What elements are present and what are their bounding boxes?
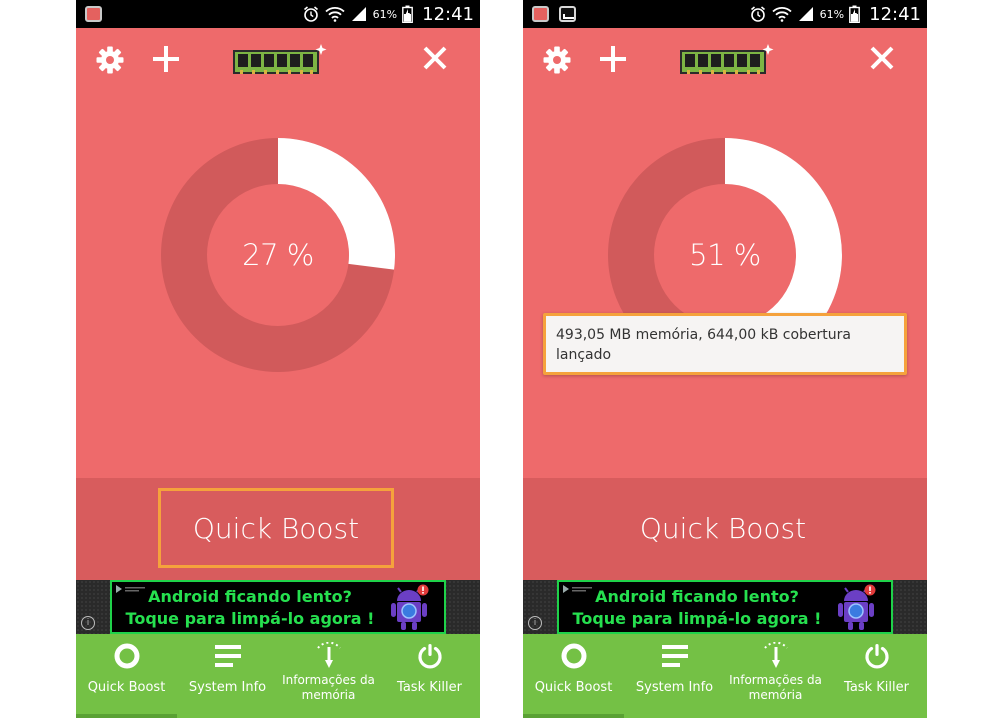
ad-banner[interactable]: Android ficando lento? Toque para limpá-… bbox=[557, 580, 893, 634]
clock: 12:41 bbox=[869, 3, 921, 25]
nav-label: System Info bbox=[188, 680, 267, 695]
power-icon bbox=[863, 641, 891, 671]
toast-line: 493,05 MB memória, 644,00 kB cobertura bbox=[556, 327, 851, 343]
ram-memory-icon bbox=[232, 43, 328, 83]
ad-strip: i Android ficando lento? Toque para limp… bbox=[523, 580, 927, 634]
add-plus-icon[interactable] bbox=[152, 45, 180, 77]
ring-icon bbox=[560, 641, 588, 671]
nav-item-quick-boost[interactable]: Quick Boost bbox=[76, 634, 177, 718]
nav-label: Informações da memória bbox=[729, 673, 822, 702]
list-icon bbox=[214, 641, 242, 671]
quick-boost-button[interactable]: Quick Boost bbox=[605, 488, 841, 568]
quick-boost-button[interactable]: Quick Boost bbox=[158, 488, 394, 568]
signal-icon bbox=[798, 7, 813, 21]
nav-item-memory-info[interactable]: Informações da memória bbox=[278, 634, 379, 718]
nav-label: System Info bbox=[635, 680, 714, 695]
image-notification-icon bbox=[559, 6, 576, 22]
active-tab-indicator bbox=[523, 714, 624, 718]
alarm-icon bbox=[303, 6, 318, 22]
boost-area: Quick Boost bbox=[523, 478, 927, 580]
clock: 12:41 bbox=[422, 3, 474, 25]
memory-released-toast: 493,05 MB memória, 644,00 kB cobertura l… bbox=[543, 313, 907, 375]
toast-line: lançado bbox=[556, 347, 612, 363]
nav-label: Task Killer bbox=[844, 680, 909, 695]
nav-label: Quick Boost bbox=[534, 680, 613, 695]
wifi-icon bbox=[772, 7, 792, 22]
ad-strip: i Android ficando lento? Toque para limp… bbox=[76, 580, 480, 634]
nav-item-memory-info[interactable]: Informações da memória bbox=[725, 634, 826, 718]
wifi-icon bbox=[325, 7, 345, 22]
list-icon bbox=[661, 641, 689, 671]
nav-item-system-info[interactable]: System Info bbox=[177, 634, 278, 718]
status-bar: 61% 12:41 bbox=[523, 0, 927, 28]
ad-banner[interactable]: Android ficando lento? Toque para limpá-… bbox=[110, 580, 446, 634]
close-icon[interactable] bbox=[422, 45, 448, 75]
thermometer-icon bbox=[762, 641, 790, 671]
nav-item-task-killer[interactable]: Task Killer bbox=[379, 634, 480, 718]
nav-label: Quick Boost bbox=[87, 680, 166, 695]
phone-screen-right: 61% 12:41 51 % 493,05 MB memória, 644,00… bbox=[523, 0, 927, 718]
nav-item-system-info[interactable]: System Info bbox=[624, 634, 725, 718]
toolbar bbox=[76, 28, 480, 92]
bottom-navigation: Quick Boost System Info Informações da m… bbox=[76, 634, 480, 718]
memory-percent: 27 % bbox=[242, 238, 314, 272]
settings-gear-icon[interactable] bbox=[95, 45, 125, 79]
close-icon[interactable] bbox=[869, 45, 895, 75]
signal-icon bbox=[351, 7, 366, 21]
ring-icon bbox=[113, 641, 141, 671]
nav-item-quick-boost[interactable]: Quick Boost bbox=[523, 634, 624, 718]
battery-charging-icon bbox=[402, 5, 414, 23]
battery-charging-icon bbox=[849, 5, 861, 23]
nav-label: Task Killer bbox=[397, 680, 462, 695]
app-notification-icon bbox=[85, 6, 102, 22]
ad-headline: Android ficando lento? bbox=[595, 587, 799, 606]
phone-screen-left: 61% 12:41 27 % Quick Boost i Android fic… bbox=[76, 0, 480, 718]
nav-label: Informações da memória bbox=[282, 673, 375, 702]
battery-percent: 61% bbox=[819, 7, 845, 21]
add-plus-icon[interactable] bbox=[599, 45, 627, 77]
active-tab-indicator bbox=[76, 714, 177, 718]
ad-info-icon[interactable]: i bbox=[528, 616, 542, 630]
ad-subline: Toque para limpá-lo agora ! bbox=[572, 609, 822, 628]
battery-percent: 61% bbox=[372, 7, 398, 21]
android-robot-icon bbox=[391, 584, 429, 630]
alarm-icon bbox=[750, 6, 765, 22]
android-robot-icon bbox=[838, 584, 876, 630]
power-icon bbox=[416, 641, 444, 671]
status-bar: 61% 12:41 bbox=[76, 0, 480, 28]
ad-headline: Android ficando lento? bbox=[148, 587, 352, 606]
toolbar bbox=[523, 28, 927, 92]
nav-item-task-killer[interactable]: Task Killer bbox=[826, 634, 927, 718]
settings-gear-icon[interactable] bbox=[542, 45, 572, 79]
thermometer-icon bbox=[315, 641, 343, 671]
bottom-navigation: Quick Boost System Info Informações da m… bbox=[523, 634, 927, 718]
app-notification-icon bbox=[532, 6, 549, 22]
ad-info-icon[interactable]: i bbox=[81, 616, 95, 630]
ram-memory-icon bbox=[679, 43, 775, 83]
ad-subline: Toque para limpá-lo agora ! bbox=[125, 609, 375, 628]
boost-area: Quick Boost bbox=[76, 478, 480, 580]
